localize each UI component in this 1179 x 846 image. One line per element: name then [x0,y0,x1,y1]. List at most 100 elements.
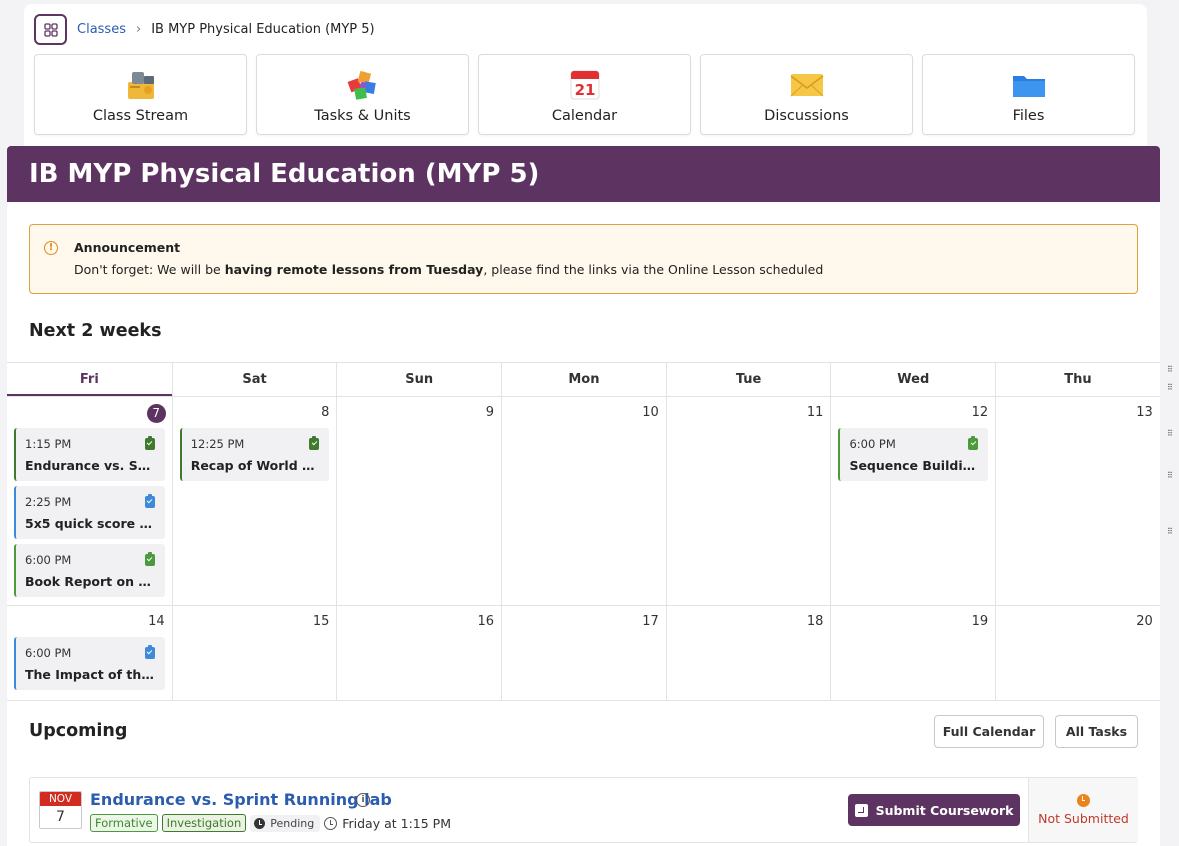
calendar-event[interactable]: 2:25 PM 5x5 quick score game [14,486,165,539]
tile-label: Discussions [764,108,849,124]
tile-tasks-units[interactable]: Tasks & Units [256,54,469,135]
upcoming-task-card[interactable]: NOV 7 Endurance vs. Sprint Running lab i… [29,777,1138,843]
calendar-event[interactable]: 6:00 PM Book Report on Ronaldo [14,544,165,597]
date-number: 12 [971,405,989,420]
announcement-body: Don't forget: We will be having remote l… [74,262,823,277]
clipboard-check-icon [144,552,155,566]
date-number: 9 [485,405,495,420]
tile-class-stream[interactable]: Class Stream [34,54,247,135]
event-name: 5x5 quick score game [25,516,165,531]
calendar-day-cell[interactable]: 16 [336,606,501,700]
calendar-icon-date: 21 [574,81,595,99]
due-text: Friday at 1:15 PM [342,815,451,831]
calendar-day-cell[interactable]: 10 [501,397,666,605]
calendar-day-cell[interactable]: 11 [665,397,831,605]
clipboard-check-icon [968,436,979,450]
clipboard-check-icon [309,436,320,450]
day-header-thu: Thu [995,363,1160,396]
date-number: 16 [477,614,495,629]
calendar-day-cell[interactable]: 7 1:15 PM Endurance vs. Sprint Running l… [7,397,172,605]
calendar-day-cell[interactable]: 13 [995,397,1160,605]
class-nav-card: Classes › IB MYP Physical Education (MYP… [24,4,1147,154]
event-time: 1:15 PM [25,437,72,451]
submit-arrow-icon [854,803,868,817]
today-date-badge: 7 [146,404,166,423]
task-date-day: 7 [56,809,65,825]
event-time: 6:00 PM [25,553,72,567]
submit-coursework-button[interactable]: Submit Coursework [848,794,1020,826]
clock-outline-icon [324,816,338,830]
class-stream-icon [124,68,158,102]
calendar-day-cell[interactable]: 8 12:25 PM Recap of World Cup Final [171,397,337,605]
submission-status-text: Not Submitted [1038,811,1129,826]
clock-icon [254,817,266,829]
tag-investigation: Investigation [161,814,247,832]
clipboard-check-icon [144,494,155,508]
drag-handle-icon[interactable]: ⠿ [1167,366,1173,374]
date-number: 20 [1136,614,1153,629]
tile-label: Files [1012,108,1045,124]
calendar-day-cell[interactable]: 14 6:00 PM The Impact of the 2022 World … [7,606,172,700]
calendar-day-cell[interactable]: 12 6:00 PM Sequence Building [830,397,995,605]
chevron-right-icon: › [135,22,142,37]
event-time: 2:25 PM [25,495,72,509]
calendar-day-cell[interactable]: 17 [501,606,666,700]
date-number: 10 [642,405,659,420]
day-header-mon: Mon [501,363,666,396]
calendar-day-cell[interactable]: 15 [171,606,337,700]
tag-formative: Formative [90,814,158,832]
event-name: Sequence Building [849,458,981,473]
announcement-bold-text: having remote lessons from Tuesday [224,262,484,277]
date-number: 8 [321,405,330,420]
tile-files[interactable]: Files [922,54,1135,135]
calendar-day-cell[interactable]: 20 [995,606,1160,700]
tile-discussions[interactable]: Discussions [700,54,913,135]
calendar-week-2: 14 6:00 PM The Impact of the 2022 World … [7,606,1160,701]
task-due: Friday at 1:15 PM [324,816,451,831]
tile-label: Class Stream [92,108,189,124]
class-main-panel: IB MYP Physical Education (MYP 5) ! Anno… [7,146,1160,846]
submit-label: Submit Coursework [875,802,1014,818]
calendar-event[interactable]: 12:25 PM Recap of World Cup Final [179,428,330,481]
task-date-badge: NOV 7 [39,791,82,829]
task-title-link[interactable]: Endurance vs. Sprint Running lab [90,790,392,809]
date-number: 17 [642,614,659,629]
calendar-day-cell[interactable]: 9 [336,397,501,605]
drag-handle-icon[interactable]: ⠿ [1167,472,1173,480]
date-number: 19 [971,614,989,629]
calendar-day-cell[interactable]: 19 [830,606,995,700]
announcement-text: , please find the links via the Online L… [483,262,824,277]
day-header-sat: Sat [171,363,337,396]
drag-handle-icon[interactable]: ⠿ [1167,528,1173,536]
drag-handle-icon[interactable]: ⠿ [1167,430,1173,438]
warning-icon: ! [44,241,58,255]
tile-calendar[interactable]: 21 Calendar [478,54,691,135]
calendar-event[interactable]: 6:00 PM Sequence Building [838,428,989,481]
date-number: 14 [148,614,165,629]
day-header-wed: Wed [830,363,995,396]
grid-icon [43,22,58,37]
apps-grid-button[interactable] [34,14,67,45]
calendar-event[interactable]: 6:00 PM The Impact of the 2022 World Cup [14,637,165,690]
folder-icon [1011,68,1047,102]
full-calendar-button[interactable]: Full Calendar [934,715,1044,748]
calendar-week-1: 7 1:15 PM Endurance vs. Sprint Running l… [7,397,1160,606]
date-number: 11 [806,405,824,420]
event-name: Recap of World Cup Final [190,458,330,473]
day-header-sun: Sun [336,363,501,396]
date-number: 15 [312,614,330,629]
calendar-icon: 21 [568,68,602,102]
calendar-day-cell[interactable]: 18 [665,606,831,700]
upcoming-title: Upcoming [29,721,128,741]
event-name: The Impact of the 2022 World Cup [25,667,165,682]
date-number: 13 [1136,405,1153,420]
calendar-day-headers: Fri Sat Sun Mon Tue Wed Thu [7,363,1160,397]
event-time: 6:00 PM [25,646,72,660]
clock-warning-icon [1077,794,1090,807]
all-tasks-button[interactable]: All Tasks [1055,715,1138,748]
breadcrumb-classes-link[interactable]: Classes [77,22,126,37]
info-icon[interactable]: i [356,793,370,807]
drag-handle-icon[interactable]: ⠿ [1167,384,1173,392]
event-name: Book Report on Ronaldo [25,574,165,589]
calendar-event[interactable]: 1:15 PM Endurance vs. Sprint Running lab [14,428,165,481]
